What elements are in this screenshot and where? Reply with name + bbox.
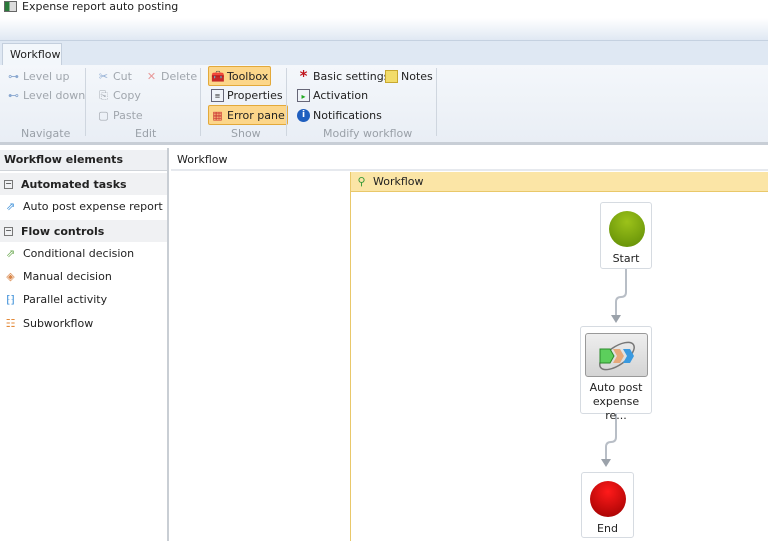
- connector-start-task: [615, 268, 627, 316]
- arrow-head: [601, 459, 611, 467]
- task-label: Auto post expense re...: [589, 381, 643, 422]
- connectors: [601, 268, 627, 467]
- start-circle-icon: [609, 211, 645, 247]
- arrow-head: [611, 315, 621, 323]
- end-circle-icon: [590, 481, 626, 517]
- start-node[interactable]: Start: [600, 202, 652, 269]
- auto-post-task-node[interactable]: Auto post expense re...: [580, 326, 652, 422]
- automated-task-icon: [585, 333, 648, 377]
- end-node[interactable]: End: [581, 472, 634, 538]
